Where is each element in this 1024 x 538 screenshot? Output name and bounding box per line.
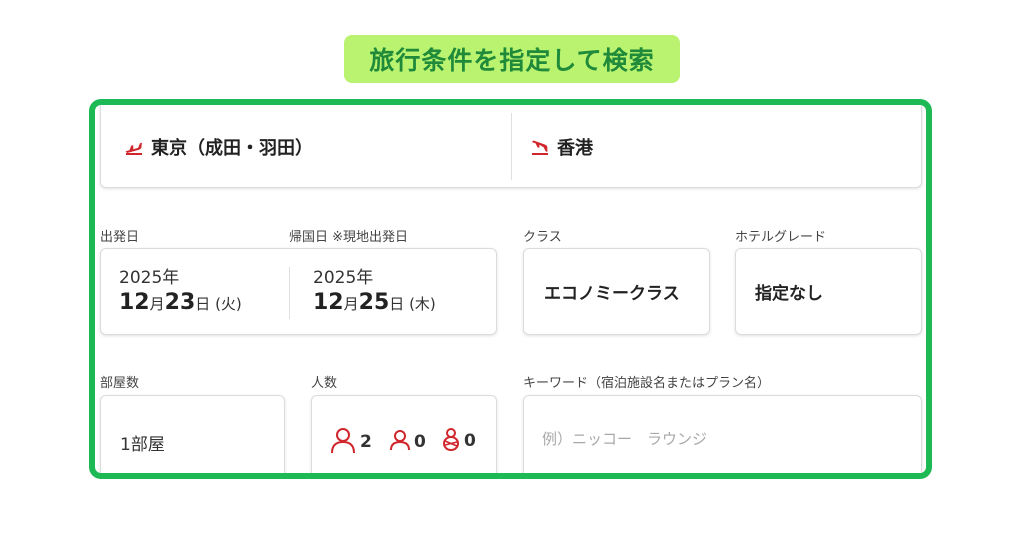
infant-icon — [441, 427, 461, 455]
rooms-select[interactable]: 1部屋 — [100, 395, 285, 473]
date-divider — [289, 267, 290, 319]
departure-month-unit: 月 — [149, 295, 165, 313]
page-heading: 旅行条件を指定して検索 — [344, 35, 680, 83]
class-label: クラス — [523, 230, 562, 245]
child-count: 0 — [389, 429, 426, 455]
people-selector[interactable]: 2 0 0 — [311, 395, 497, 473]
hotel-grade-label: ホテルグレード — [735, 230, 827, 245]
adult-count: 2 — [329, 426, 372, 458]
departure-day-unit: 日 — [195, 295, 211, 313]
child-count-value: 0 — [414, 432, 426, 452]
return-day-unit: 日 — [389, 295, 405, 313]
departure-plane-icon — [123, 139, 145, 155]
rooms-value: 1部屋 — [120, 435, 165, 455]
return-month-unit: 月 — [343, 295, 359, 313]
departure-month: 12 — [119, 290, 150, 315]
return-day: 25 — [358, 290, 390, 315]
return-weekday: (木) — [409, 295, 436, 313]
keyword-label: キーワード（宿泊施設名またはプラン名） — [523, 376, 771, 391]
destination-field[interactable]: 香港 — [529, 105, 593, 188]
return-date-label: 帰国日 ※現地出発日 — [289, 230, 409, 245]
people-label: 人数 — [311, 376, 338, 391]
date-selector: 2025年 12月23日 (火) 2025年 12月25日 (木) — [100, 248, 497, 335]
departure-weekday: (火) — [215, 295, 242, 313]
route-divider — [511, 113, 512, 180]
keyword-field — [523, 395, 922, 473]
child-icon — [389, 429, 411, 455]
departure-year: 2025年 — [119, 268, 180, 288]
infant-count: 0 — [441, 427, 476, 455]
class-value: エコノミークラス — [544, 284, 680, 304]
return-month: 12 — [313, 290, 344, 315]
return-year: 2025年 — [313, 268, 374, 288]
origin-field[interactable]: 東京（成田・羽田） — [123, 105, 313, 188]
departure-date-label: 出発日 — [100, 230, 140, 245]
return-date-field[interactable]: 2025年 12月25日 (木) — [313, 263, 436, 315]
departure-day: 23 — [164, 290, 196, 315]
route-selector: 東京（成田・羽田） 香港 — [100, 105, 922, 188]
destination-label: 香港 — [557, 137, 593, 159]
hotel-grade-value: 指定なし — [755, 284, 823, 304]
origin-label: 東京（成田・羽田） — [151, 137, 313, 159]
class-select[interactable]: エコノミークラス — [523, 248, 710, 335]
adult-count-value: 2 — [360, 432, 372, 452]
adult-icon — [329, 426, 357, 458]
departure-date-field[interactable]: 2025年 12月23日 (火) — [119, 263, 242, 315]
hotel-grade-select[interactable]: 指定なし — [735, 248, 922, 335]
search-panel: 東京（成田・羽田） 香港 出発日 帰国日 ※現地出発日 クラス ホテルグレード … — [89, 99, 932, 479]
keyword-input[interactable] — [540, 426, 904, 452]
infant-count-value: 0 — [464, 431, 476, 451]
arrival-plane-icon — [529, 139, 551, 155]
rooms-label: 部屋数 — [100, 376, 140, 391]
